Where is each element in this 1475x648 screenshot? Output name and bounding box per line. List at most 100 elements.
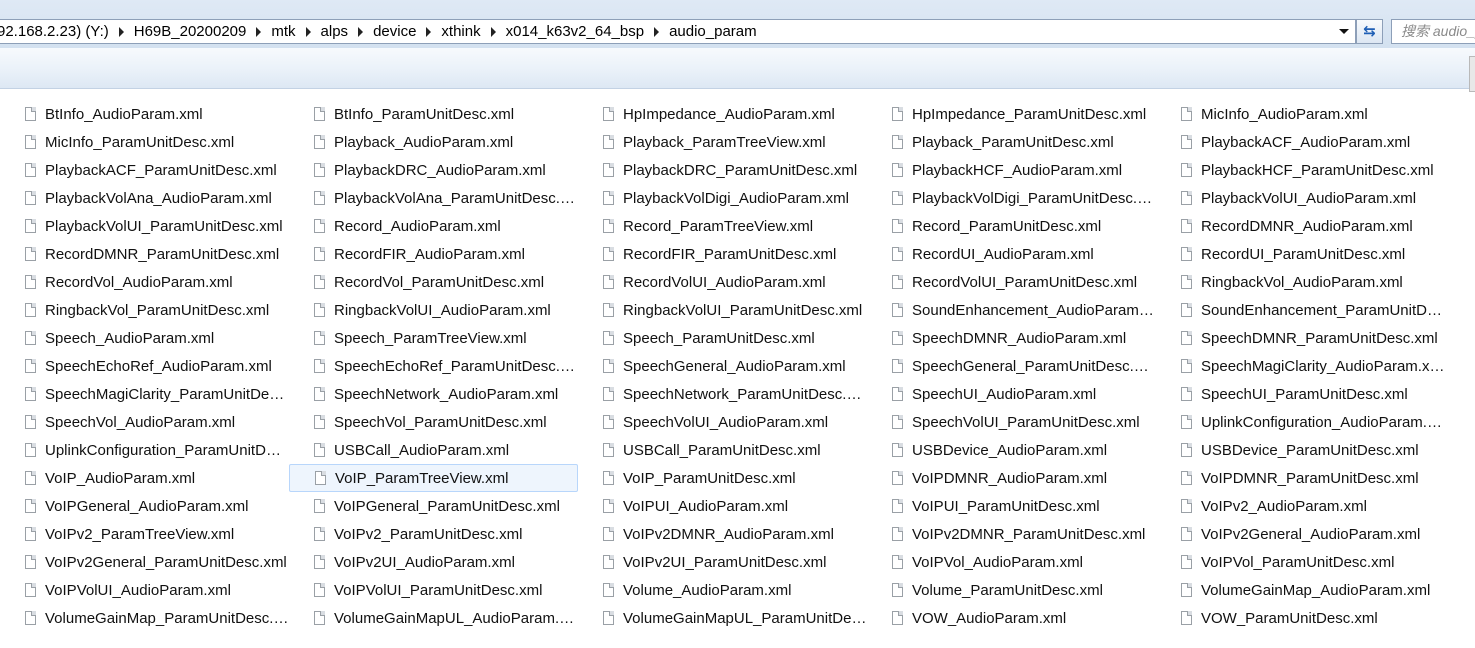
breadcrumb-separator-icon[interactable] (118, 26, 124, 37)
file-item[interactable]: USBCall_AudioParam.xml (289, 436, 578, 464)
file-item[interactable]: SpeechVol_AudioParam.xml (0, 408, 289, 436)
file-item[interactable]: PlaybackACF_AudioParam.xml (1156, 128, 1445, 156)
file-item[interactable]: SpeechDMNR_ParamUnitDesc.xml (1156, 324, 1445, 352)
file-item[interactable]: Speech_ParamUnitDesc.xml (578, 324, 867, 352)
file-item[interactable]: VoIPVol_ParamUnitDesc.xml (1156, 548, 1445, 576)
file-item[interactable]: VoIPDMNR_AudioParam.xml (867, 464, 1156, 492)
file-item[interactable]: VoIPv2DMNR_AudioParam.xml (578, 520, 867, 548)
breadcrumb-separator-icon[interactable] (305, 26, 311, 37)
breadcrumb-item[interactable]: alps (321, 23, 349, 40)
file-item[interactable]: RecordUI_AudioParam.xml (867, 240, 1156, 268)
file-item[interactable]: SpeechUI_ParamUnitDesc.xml (1156, 380, 1445, 408)
file-item[interactable]: RecordDMNR_ParamUnitDesc.xml (0, 240, 289, 268)
file-item[interactable]: PlaybackVolUI_AudioParam.xml (1156, 184, 1445, 212)
file-item[interactable]: RecordUI_ParamUnitDesc.xml (1156, 240, 1445, 268)
refresh-button[interactable]: ⇆ (1356, 19, 1383, 44)
address-history-dropdown-icon[interactable] (1339, 29, 1349, 34)
file-item[interactable]: SoundEnhancement_AudioParam.xml (867, 296, 1156, 324)
file-item[interactable]: VoIPv2_ParamUnitDesc.xml (289, 520, 578, 548)
file-item[interactable]: SpeechGeneral_ParamUnitDesc.xml (867, 352, 1156, 380)
breadcrumb-separator-icon[interactable] (358, 26, 364, 37)
file-item[interactable]: RingbackVol_AudioParam.xml (1156, 268, 1445, 296)
file-item[interactable]: VoIP_AudioParam.xml (0, 464, 289, 492)
file-item[interactable]: PlaybackDRC_AudioParam.xml (289, 156, 578, 184)
file-item[interactable]: SpeechUI_AudioParam.xml (867, 380, 1156, 408)
file-item[interactable]: RecordVolUI_AudioParam.xml (578, 268, 867, 296)
file-item[interactable]: RingbackVol_ParamUnitDesc.xml (0, 296, 289, 324)
file-item[interactable]: MicInfo_ParamUnitDesc.xml (0, 128, 289, 156)
search-input[interactable]: 搜索 audio_param (1391, 19, 1475, 44)
file-item[interactable]: VoIPUI_AudioParam.xml (578, 492, 867, 520)
file-item[interactable]: SpeechEchoRef_AudioParam.xml (0, 352, 289, 380)
file-item[interactable]: SpeechGeneral_AudioParam.xml (578, 352, 867, 380)
file-item[interactable]: Volume_ParamUnitDesc.xml (867, 576, 1156, 604)
file-item[interactable]: RingbackVolUI_ParamUnitDesc.xml (578, 296, 867, 324)
file-item[interactable]: UplinkConfiguration_ParamUnitDesc.xml (0, 436, 289, 464)
file-item[interactable]: PlaybackVolDigi_AudioParam.xml (578, 184, 867, 212)
file-item[interactable]: VoIPVolUI_ParamUnitDesc.xml (289, 576, 578, 604)
file-item[interactable]: Playback_ParamTreeView.xml (578, 128, 867, 156)
file-item[interactable]: SoundEnhancement_ParamUnitDesc.xml (1156, 296, 1445, 324)
file-item[interactable]: VoIPv2UI_ParamUnitDesc.xml (578, 548, 867, 576)
file-item[interactable]: MicInfo_AudioParam.xml (1156, 100, 1445, 128)
file-item[interactable]: PlaybackHCF_AudioParam.xml (867, 156, 1156, 184)
file-item[interactable]: SpeechDMNR_AudioParam.xml (867, 324, 1156, 352)
file-item[interactable]: VolumeGainMap_ParamUnitDesc.xml (0, 604, 289, 632)
file-item[interactable]: RecordVol_ParamUnitDesc.xml (289, 268, 578, 296)
file-item[interactable]: VolumeGainMapUL_ParamUnitDesc.xml (578, 604, 867, 632)
file-item[interactable]: RecordDMNR_AudioParam.xml (1156, 212, 1445, 240)
file-item[interactable]: USBDevice_AudioParam.xml (867, 436, 1156, 464)
file-item[interactable]: SpeechNetwork_ParamUnitDesc.xml (578, 380, 867, 408)
file-item[interactable]: SpeechNetwork_AudioParam.xml (289, 380, 578, 408)
file-item[interactable]: PlaybackVolDigi_ParamUnitDesc.xml (867, 184, 1156, 212)
breadcrumb-item[interactable]: H69B_20200209 (134, 23, 247, 40)
file-item[interactable]: PlaybackHCF_ParamUnitDesc.xml (1156, 156, 1445, 184)
file-item[interactable]: RecordFIR_AudioParam.xml (289, 240, 578, 268)
scrollbar-edge[interactable] (1469, 56, 1475, 92)
file-item[interactable]: USBDevice_ParamUnitDesc.xml (1156, 436, 1445, 464)
file-item[interactable]: VoIPVol_AudioParam.xml (867, 548, 1156, 576)
file-item[interactable]: VoIPGeneral_ParamUnitDesc.xml (289, 492, 578, 520)
file-item[interactable]: VoIPDMNR_ParamUnitDesc.xml (1156, 464, 1445, 492)
file-item[interactable]: USBCall_ParamUnitDesc.xml (578, 436, 867, 464)
file-item[interactable]: SpeechMagiClarity_ParamUnitDesc.xml (0, 380, 289, 408)
file-item[interactable]: PlaybackVolAna_AudioParam.xml (0, 184, 289, 212)
file-item[interactable]: RingbackVolUI_AudioParam.xml (289, 296, 578, 324)
file-item[interactable]: VoIPv2General_ParamUnitDesc.xml (0, 548, 289, 576)
file-item[interactable]: HpImpedance_AudioParam.xml (578, 100, 867, 128)
file-item[interactable]: Record_AudioParam.xml (289, 212, 578, 240)
breadcrumb-item[interactable]: mtk (271, 23, 295, 40)
file-item[interactable]: SpeechVolUI_AudioParam.xml (578, 408, 867, 436)
file-item[interactable]: Speech_AudioParam.xml (0, 324, 289, 352)
file-item[interactable]: Playback_AudioParam.xml (289, 128, 578, 156)
file-item[interactable]: VolumeGainMapUL_AudioParam.xml (289, 604, 578, 632)
file-item[interactable]: VoIPv2_AudioParam.xml (1156, 492, 1445, 520)
file-item[interactable]: Playback_ParamUnitDesc.xml (867, 128, 1156, 156)
file-item[interactable]: SpeechVolUI_ParamUnitDesc.xml (867, 408, 1156, 436)
file-item[interactable]: Speech_ParamTreeView.xml (289, 324, 578, 352)
file-item[interactable]: VoIPVolUI_AudioParam.xml (0, 576, 289, 604)
file-item[interactable]: VoIPv2DMNR_ParamUnitDesc.xml (867, 520, 1156, 548)
file-item[interactable]: VoIPGeneral_AudioParam.xml (0, 492, 289, 520)
file-item[interactable]: PlaybackACF_ParamUnitDesc.xml (0, 156, 289, 184)
file-item[interactable]: BtInfo_AudioParam.xml (0, 100, 289, 128)
breadcrumb-item[interactable]: x014_k63v2_64_bsp (506, 23, 644, 40)
file-item[interactable]: RecordFIR_ParamUnitDesc.xml (578, 240, 867, 268)
file-item[interactable]: PlaybackVolUI_ParamUnitDesc.xml (0, 212, 289, 240)
breadcrumb-separator-icon[interactable] (426, 26, 432, 37)
file-item[interactable]: VoIP_ParamTreeView.xml (289, 464, 578, 492)
breadcrumb-separator-icon[interactable] (490, 26, 496, 37)
breadcrumb-separator-icon[interactable] (654, 26, 660, 37)
file-item[interactable]: SpeechEchoRef_ParamUnitDesc.xml (289, 352, 578, 380)
breadcrumb-item[interactable]: 92.168.2.23) (Y:) (0, 23, 109, 40)
address-bar[interactable]: 92.168.2.23) (Y:) H69B_20200209 mtk alps dev… (0, 19, 1356, 44)
file-item[interactable]: UplinkConfiguration_AudioParam.xml (1156, 408, 1445, 436)
file-item[interactable]: VoIPv2UI_AudioParam.xml (289, 548, 578, 576)
file-item[interactable]: SpeechVol_ParamUnitDesc.xml (289, 408, 578, 436)
file-item[interactable]: Record_ParamUnitDesc.xml (867, 212, 1156, 240)
file-item[interactable]: HpImpedance_ParamUnitDesc.xml (867, 100, 1156, 128)
file-item[interactable]: RecordVol_AudioParam.xml (0, 268, 289, 296)
file-item[interactable]: BtInfo_ParamUnitDesc.xml (289, 100, 578, 128)
breadcrumb-item[interactable]: device (373, 23, 416, 40)
file-item[interactable]: PlaybackDRC_ParamUnitDesc.xml (578, 156, 867, 184)
